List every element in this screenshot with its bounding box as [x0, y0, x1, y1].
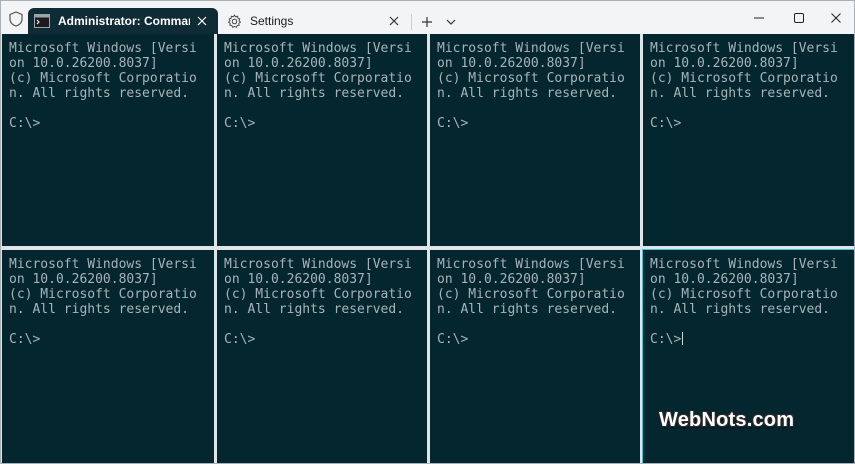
tab-settings[interactable]: Settings: [220, 8, 410, 34]
cmd-icon: [34, 13, 50, 29]
command-prompt-line: C:\>: [9, 332, 41, 347]
terminal-pane-7[interactable]: Microsoft Windows [Versi on 10.0.26200.80…: [430, 250, 640, 463]
terminal-output-line: Microsoft Windows [Versi: [437, 257, 625, 272]
terminal-pane-1[interactable]: Microsoft Windows [Versi on 10.0.26200.80…: [2, 34, 214, 246]
command-prompt-line: C:\>: [650, 116, 682, 131]
terminal-output-line: n. All rights reserved.: [224, 86, 405, 101]
maximize-button[interactable]: [779, 5, 819, 31]
terminal-output-line: Microsoft Windows [Versi: [9, 41, 197, 56]
tab-label: Administrator: Command P: [58, 14, 190, 28]
terminal-pane-3[interactable]: Microsoft Windows [Versi on 10.0.26200.80…: [430, 34, 640, 246]
terminal-output-line: n. All rights reserved.: [9, 86, 190, 101]
terminal-pane-2[interactable]: Microsoft Windows [Versi on 10.0.26200.80…: [217, 34, 427, 246]
terminal-output-line: on 10.0.26200.8037]: [650, 56, 799, 71]
terminal-output-line: (c) Microsoft Corporatio: [650, 71, 838, 86]
terminal-output-line: (c) Microsoft Corporatio: [9, 71, 197, 86]
terminal-output-line: (c) Microsoft Corporatio: [224, 287, 412, 302]
terminal-output-line: (c) Microsoft Corporatio: [437, 287, 625, 302]
terminal-pane-4[interactable]: Microsoft Windows [Versi on 10.0.26200.80…: [643, 34, 854, 246]
command-prompt-line: C:\>: [224, 332, 256, 347]
terminal-output-line: on 10.0.26200.8037]: [9, 56, 158, 71]
command-prompt-line: C:\>: [9, 116, 41, 131]
maximize-icon: [794, 13, 804, 23]
terminal-pane-6[interactable]: Microsoft Windows [Versi on 10.0.26200.80…: [217, 250, 427, 463]
terminal-output-line: Microsoft Windows [Versi: [650, 41, 838, 56]
terminal-output-line: on 10.0.26200.8037]: [437, 272, 586, 287]
command-prompt-line: C:\>: [650, 332, 684, 347]
terminal-output-line: (c) Microsoft Corporatio: [224, 71, 412, 86]
terminal-output-line: Microsoft Windows [Versi: [9, 257, 197, 272]
terminal-output-line: n. All rights reserved.: [650, 302, 831, 317]
terminal-output-line: Microsoft Windows [Versi: [224, 257, 412, 272]
terminal-output-line: on 10.0.26200.8037]: [437, 56, 586, 71]
terminal-output-line: (c) Microsoft Corporatio: [9, 287, 197, 302]
terminal-output-line: on 10.0.26200.8037]: [224, 56, 373, 71]
close-icon: [831, 13, 841, 23]
watermark-text: WebNots.com: [659, 409, 795, 431]
close-tab-icon[interactable]: [194, 13, 210, 29]
terminal-output-line: (c) Microsoft Corporatio: [650, 287, 838, 302]
terminal-output-line: Microsoft Windows [Versi: [224, 41, 412, 56]
command-prompt-line: C:\>: [437, 116, 469, 131]
terminal-output-line: on 10.0.26200.8037]: [224, 272, 373, 287]
terminal-output-line: on 10.0.26200.8037]: [9, 272, 158, 287]
title-bar: Administrator: Command P Settings: [1, 1, 854, 34]
tab-command-prompt[interactable]: Administrator: Command P: [28, 8, 218, 34]
terminal-output-line: n. All rights reserved.: [9, 302, 190, 317]
terminal-pane-5[interactable]: Microsoft Windows [Versi on 10.0.26200.80…: [2, 250, 214, 463]
terminal-output-line: Microsoft Windows [Versi: [650, 257, 838, 272]
text-cursor: [682, 332, 684, 345]
terminal-window: Administrator: Command P Settings: [0, 0, 855, 464]
new-tab-button[interactable]: [418, 13, 436, 31]
minimize-button[interactable]: [739, 5, 779, 31]
terminal-output-line: n. All rights reserved.: [224, 302, 405, 317]
tab-label: Settings: [250, 14, 294, 28]
terminal-output-line: Microsoft Windows [Versi: [437, 41, 625, 56]
command-prompt-line: C:\>: [224, 116, 256, 131]
admin-shield-icon: [5, 8, 27, 30]
tab-separator: [411, 14, 412, 30]
terminal-output-line: n. All rights reserved.: [437, 86, 618, 101]
terminal-output-line: n. All rights reserved.: [650, 86, 831, 101]
minimize-icon: [754, 17, 764, 19]
terminal-output-line: on 10.0.26200.8037]: [650, 272, 799, 287]
gear-icon: [226, 13, 242, 29]
close-window-button[interactable]: [816, 5, 854, 31]
chevron-down-icon[interactable]: [442, 13, 460, 31]
terminal-output-line: (c) Microsoft Corporatio: [437, 71, 625, 86]
terminal-output-line: n. All rights reserved.: [437, 302, 618, 317]
command-prompt-line: C:\>: [437, 332, 469, 347]
close-tab-icon[interactable]: [386, 13, 402, 29]
